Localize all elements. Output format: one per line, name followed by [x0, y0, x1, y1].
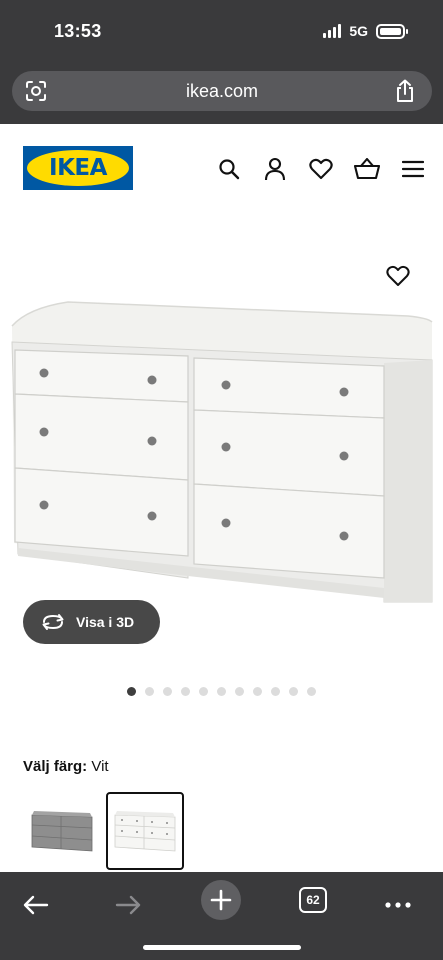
gallery-dot[interactable] [253, 687, 262, 696]
color-picker-label: Välj färg: Vit [23, 758, 109, 775]
white-dresser-thumbnail [114, 811, 176, 852]
browser-top-bar: 13:53 5G ikea.com [0, 0, 443, 124]
tab-count: 62 [306, 893, 320, 907]
color-swatch-grey[interactable] [23, 792, 101, 870]
heart-icon[interactable] [386, 265, 410, 287]
menu-icon[interactable] [400, 156, 426, 182]
header-actions [216, 156, 426, 182]
gallery-dot[interactable] [163, 687, 172, 696]
product-image[interactable] [8, 298, 438, 608]
ikea-logo[interactable]: IKEA [23, 146, 133, 190]
gallery-dot[interactable] [235, 687, 244, 696]
status-indicators: 5G [323, 23, 408, 39]
logo-text: IKEA [49, 155, 107, 181]
gallery-dot[interactable] [289, 687, 298, 696]
grey-dresser-thumbnail [31, 811, 93, 852]
favourites-icon[interactable] [308, 156, 334, 182]
gallery-dot[interactable] [127, 687, 136, 696]
new-tab-button[interactable] [201, 880, 241, 920]
gallery-dot[interactable] [199, 687, 208, 696]
gallery-dot[interactable] [181, 687, 190, 696]
battery-icon [376, 23, 408, 39]
signal-icon [323, 24, 342, 38]
back-button[interactable] [18, 887, 54, 923]
home-indicator [143, 945, 301, 950]
gallery-dot[interactable] [307, 687, 316, 696]
account-icon[interactable] [262, 156, 288, 182]
search-icon[interactable] [216, 156, 242, 182]
color-selected-value: Vit [91, 758, 109, 775]
network-type: 5G [349, 23, 368, 39]
rotate-icon [42, 614, 64, 630]
gallery-dot[interactable] [217, 687, 226, 696]
view-3d-label: Visa i 3D [76, 614, 135, 630]
share-icon[interactable] [394, 79, 416, 103]
color-label-text: Välj färg: [23, 758, 88, 775]
status-time: 13:53 [54, 21, 102, 41]
gallery-dot[interactable] [271, 687, 280, 696]
arrow-right-icon [115, 895, 141, 915]
forward-button[interactable] [110, 887, 146, 923]
color-swatch-white[interactable] [106, 792, 184, 870]
browser-bottom-bar: 62 [0, 872, 443, 960]
gallery-dot[interactable] [145, 687, 154, 696]
plus-icon [210, 889, 232, 911]
more-button[interactable] [380, 887, 416, 923]
basket-icon[interactable] [354, 156, 380, 182]
view-3d-button[interactable]: Visa i 3D [23, 600, 160, 644]
more-dots-icon [385, 902, 411, 908]
tabs-button[interactable]: 62 [299, 887, 327, 913]
arrow-left-icon [23, 895, 49, 915]
address-bar[interactable]: ikea.com [12, 71, 432, 111]
url-text[interactable]: ikea.com [12, 81, 432, 102]
gallery-pagination[interactable] [127, 687, 316, 696]
